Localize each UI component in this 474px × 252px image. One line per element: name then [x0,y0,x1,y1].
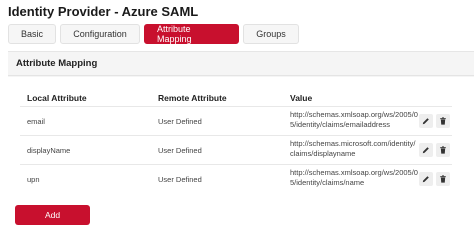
tab-attribute-mapping[interactable]: Attribute Mapping [144,24,239,44]
local-attribute: email [27,117,45,126]
remote-attribute: User Defined [158,175,202,184]
card-title: Attribute Mapping [8,52,474,76]
edit-button[interactable] [419,172,433,186]
edit-button[interactable] [419,114,433,128]
trash-icon [440,117,446,125]
column-header-value: Value [290,93,313,103]
add-button[interactable]: Add [15,205,90,225]
tab-groups[interactable]: Groups [243,24,299,44]
edit-button[interactable] [419,143,433,157]
delete-button[interactable] [436,114,450,128]
page-title: Identity Provider - Azure SAML [8,4,199,19]
attribute-value: http://schemas.microsoft.com/identity/cl… [290,139,416,158]
remote-attribute: User Defined [158,117,202,126]
pencil-icon [422,118,429,125]
attribute-value: http://schemas.xmlsoap.org/ws/2005/05/id… [290,110,418,129]
tab-bar: Basic Configuration Attribute Mapping Gr… [8,24,299,44]
local-attribute: upn [27,175,40,184]
delete-button[interactable] [436,172,450,186]
trash-icon [440,146,446,154]
local-attribute: displayName [27,146,71,155]
delete-button[interactable] [436,143,450,157]
card-body: Local Attribute Remote Attribute Value e… [8,77,474,252]
table-row: displayName User Defined http://schemas.… [20,135,452,164]
pencil-icon [422,147,429,154]
attribute-value: http://schemas.xmlsoap.org/ws/2005/05/id… [290,168,418,187]
table-row: upn User Defined http://schemas.xmlsoap.… [20,164,452,193]
trash-icon [440,175,446,183]
pencil-icon [422,176,429,183]
tab-basic[interactable]: Basic [8,24,56,44]
column-header-remote: Remote Attribute [158,93,227,103]
table-row: email User Defined http://schemas.xmlsoa… [20,106,452,135]
tab-configuration[interactable]: Configuration [60,24,140,44]
column-header-local: Local Attribute [27,93,87,103]
remote-attribute: User Defined [158,146,202,155]
